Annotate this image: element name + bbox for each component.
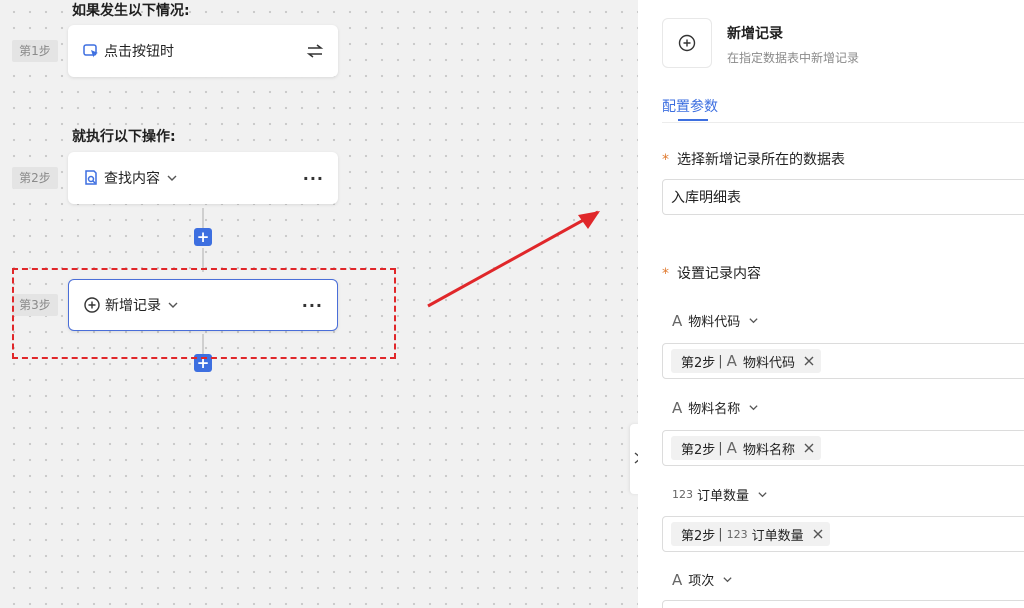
divider — [662, 122, 1024, 123]
chip-separator: | — [718, 353, 723, 369]
table-select[interactable]: 入库明细表 — [662, 179, 1024, 215]
record-content-label-text: 设置记录内容 — [677, 266, 761, 282]
close-icon[interactable] — [803, 355, 815, 367]
workflow-canvas[interactable]: 如果发生以下情况: 第1步 点击按钮时 就执行以下操作: 第2步 查找内容 ··… — [0, 0, 638, 608]
number-type-icon: 123 — [672, 488, 693, 501]
table-select-label: * 选择新增记录所在的数据表 — [662, 149, 845, 169]
config-panel: 新增记录 在指定数据表中新增记录 配置参数 * 选择新增记录所在的数据表 入库明细… — [638, 0, 1024, 608]
chevron-down-icon — [748, 315, 759, 326]
record-content-label: * 设置记录内容 — [662, 263, 761, 283]
text-type-icon: A — [672, 398, 683, 417]
field-label-order-qty[interactable]: 123 订单数量 — [672, 485, 768, 504]
field-value-material-name[interactable]: 第2步 | A 物料名称 — [662, 430, 1024, 466]
table-select-label-text: 选择新增记录所在的数据表 — [677, 152, 845, 168]
field-value-order-qty[interactable]: 第2步 | 123 订单数量 — [662, 516, 1024, 552]
chip-step: 第2步 — [681, 442, 716, 458]
plus-circle-icon — [662, 18, 712, 68]
field-name: 物料代码 — [688, 315, 741, 330]
variable-chip[interactable]: 第2步 | A 物料代码 — [671, 349, 821, 373]
panel-title: 新增记录 — [727, 26, 783, 42]
field-label-material-code[interactable]: A 物料代码 — [672, 311, 759, 330]
chip-step: 第2步 — [681, 355, 716, 371]
chip-separator: | — [718, 440, 723, 456]
field-label-item-no[interactable]: A 项次 — [672, 570, 733, 589]
variable-chip[interactable]: 第2步 | 123 订单数量 — [671, 522, 830, 546]
chip-separator: | — [718, 526, 723, 542]
tab-config-params[interactable]: 配置参数 — [662, 96, 718, 116]
text-type-icon: A — [726, 352, 737, 370]
field-value-material-code[interactable]: 第2步 | A 物料代码 — [662, 343, 1024, 379]
field-name: 订单数量 — [697, 489, 750, 504]
chevron-down-icon — [757, 489, 768, 500]
field-label-material-name[interactable]: A 物料名称 — [672, 398, 759, 417]
tab-active-indicator — [678, 119, 708, 121]
panel-subtitle: 在指定数据表中新增记录 — [727, 51, 860, 65]
close-icon[interactable] — [812, 528, 824, 540]
chevron-down-icon — [722, 574, 733, 585]
required-mark: * — [662, 152, 669, 168]
field-name: 物料名称 — [688, 402, 741, 417]
chevron-down-icon — [748, 402, 759, 413]
required-mark: * — [662, 266, 669, 282]
field-name: 项次 — [688, 574, 715, 589]
chip-field: 订单数量 — [751, 528, 804, 544]
field-value-item-no[interactable] — [662, 600, 1024, 608]
chip-step: 第2步 — [681, 528, 716, 544]
chip-field: 物料代码 — [742, 355, 795, 371]
text-type-icon: A — [672, 570, 683, 589]
variable-chip[interactable]: 第2步 | A 物料名称 — [671, 436, 821, 460]
chip-field: 物料名称 — [742, 442, 795, 458]
annotation-arrow — [427, 210, 600, 308]
text-type-icon: A — [672, 311, 683, 330]
table-select-value: 入库明细表 — [671, 190, 741, 206]
number-type-icon: 123 — [726, 527, 748, 541]
text-type-icon: A — [726, 439, 737, 457]
close-icon[interactable] — [803, 442, 815, 454]
